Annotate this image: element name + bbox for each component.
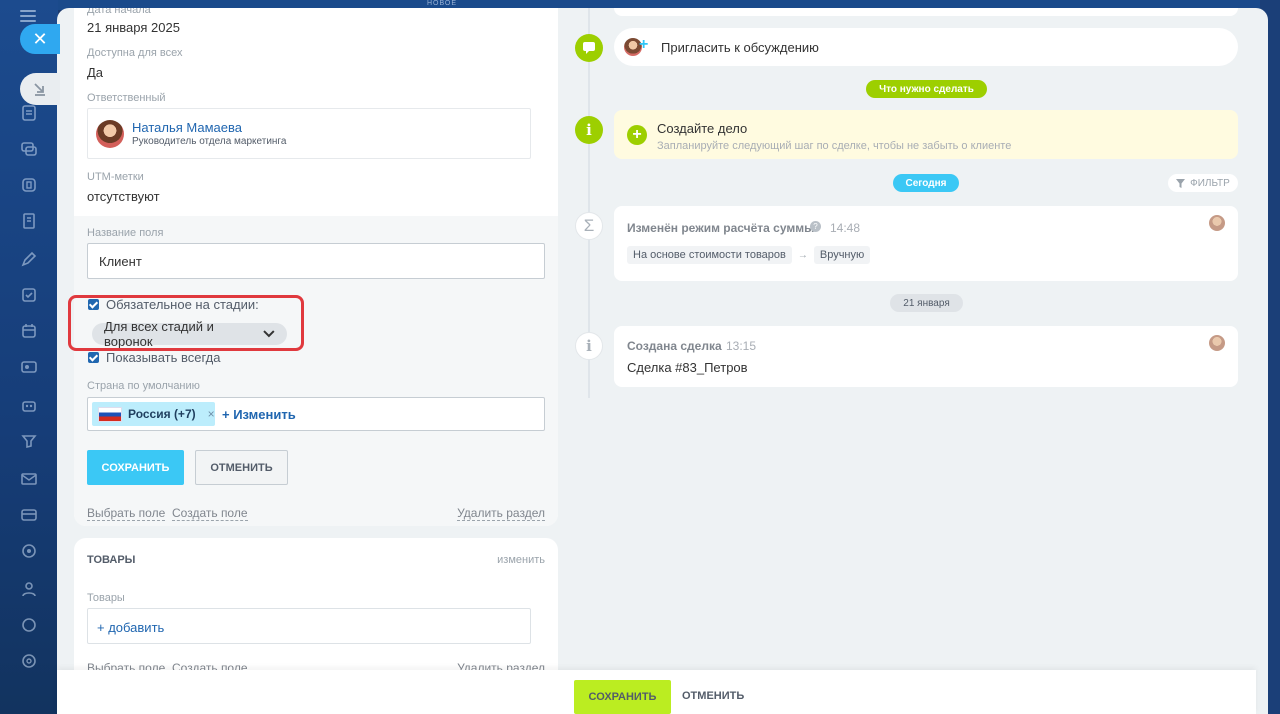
calendar-icon[interactable] bbox=[20, 322, 38, 340]
from-value-chip: На основе стоимости товаров bbox=[627, 246, 792, 264]
event-sum-mode-title: Изменён режим расчёта суммы bbox=[627, 221, 815, 235]
avatar[interactable] bbox=[96, 120, 124, 148]
available-value: Да bbox=[87, 65, 104, 80]
filter-button[interactable]: ФИЛЬТР bbox=[1168, 174, 1238, 192]
author-avatar[interactable] bbox=[1209, 215, 1225, 231]
minimize-icon bbox=[34, 83, 45, 96]
date-pill: 21 января bbox=[890, 294, 963, 312]
deal-name: Сделка #83_Петров bbox=[627, 360, 748, 375]
checkbox-icon[interactable] bbox=[20, 286, 38, 304]
document-icon[interactable] bbox=[20, 212, 38, 230]
comment-icon bbox=[575, 34, 603, 62]
chat-icon[interactable] bbox=[20, 140, 38, 158]
target-icon[interactable] bbox=[20, 542, 38, 560]
today-pill: Сегодня bbox=[893, 174, 959, 192]
robot-icon[interactable] bbox=[20, 396, 38, 414]
invite-label: Пригласить к обсуждению bbox=[661, 40, 819, 55]
responsible-label: Ответственный bbox=[87, 92, 166, 104]
responsible-name[interactable]: Наталья Мамаева bbox=[132, 120, 242, 135]
create-task-hint: Запланируйте следующий шаг по сделке, чт… bbox=[657, 140, 1012, 152]
country-tag-label: Россия (+7) bbox=[128, 407, 196, 421]
responsible-position: Руководитель отдела маркетинга bbox=[132, 136, 287, 147]
menu-icon[interactable] bbox=[20, 10, 36, 22]
author-avatar[interactable] bbox=[1209, 335, 1225, 351]
plus-icon: + bbox=[639, 36, 649, 53]
create-task-card[interactable]: + Создайте дело Запланируйте следующий ш… bbox=[614, 110, 1238, 159]
create-field-link[interactable]: Создать поле bbox=[172, 506, 248, 521]
field-name-label: Название поля bbox=[87, 227, 164, 239]
default-country-label: Страна по умолчанию bbox=[87, 380, 200, 392]
sum-icon: Σ bbox=[575, 212, 603, 240]
people-icon[interactable] bbox=[20, 580, 38, 598]
minimize-slider-button[interactable] bbox=[20, 73, 60, 105]
utm-label: UTM-метки bbox=[87, 171, 144, 183]
to-value-chip: Вручную bbox=[813, 246, 871, 264]
deal-details-card: Дата начала 21 января 2025 Доступна для … bbox=[68, 8, 558, 526]
select-field-link[interactable]: Выбрать поле bbox=[87, 506, 166, 521]
remove-tag-icon[interactable]: × bbox=[208, 407, 215, 421]
products-label: Товары bbox=[87, 592, 125, 604]
close-slider-button[interactable]: ✕ bbox=[20, 24, 60, 54]
footer-save-button[interactable]: СОХРАНИТЬ bbox=[574, 680, 671, 714]
event-deal-created-time: 13:15 bbox=[726, 339, 757, 353]
pen-icon[interactable] bbox=[20, 250, 38, 268]
footer-cancel-button[interactable]: ОТМЕНИТЬ bbox=[682, 690, 744, 702]
filter-label: ФИЛЬТР bbox=[1190, 177, 1230, 189]
country-tag: Россия (+7) × bbox=[92, 402, 215, 426]
settings-icon[interactable] bbox=[20, 652, 38, 670]
invite-discussion-bar[interactable]: + Пригласить к обсуждению bbox=[614, 28, 1238, 66]
highlight-frame bbox=[68, 295, 304, 351]
arrow-right-icon: → bbox=[797, 249, 808, 261]
deal-slider-panel: Дата начала 21 января 2025 Доступна для … bbox=[57, 8, 1268, 714]
event-deal-created-title: Создана сделка bbox=[627, 339, 722, 353]
help-icon[interactable]: ? bbox=[810, 221, 821, 232]
default-country-field: Россия (+7) × + Изменить bbox=[87, 397, 545, 431]
russia-flag-icon bbox=[98, 406, 122, 422]
change-country-link[interactable]: + Изменить bbox=[222, 407, 296, 422]
filter-icon bbox=[1176, 178, 1186, 188]
folder-icon[interactable] bbox=[20, 176, 38, 194]
info-outline-icon: i bbox=[575, 332, 603, 360]
utm-value: отсутствуют bbox=[87, 189, 160, 204]
responsible-box: Наталья Мамаева Руководитель отдела марк… bbox=[87, 108, 531, 159]
info-icon: i bbox=[575, 116, 603, 144]
add-task-icon[interactable]: + bbox=[627, 125, 647, 145]
help-icon[interactable] bbox=[20, 616, 38, 634]
add-product-button[interactable]: + добавить bbox=[87, 608, 531, 644]
field-settings-editor: Название поля Клиент Обязательное на ста… bbox=[68, 216, 558, 526]
event-deal-created-card: Создана сделка 13:15 Сделка #83_Петров bbox=[614, 326, 1238, 387]
list-icon[interactable] bbox=[20, 104, 38, 122]
available-label: Доступна для всех bbox=[87, 47, 183, 59]
delete-section-link[interactable]: Удалить раздел bbox=[457, 506, 545, 521]
event-sum-mode-time: 14:48 bbox=[830, 221, 861, 235]
field-name-input[interactable]: Клиент bbox=[87, 243, 545, 279]
footer-bar: СОХРАНИТЬ ОТМЕНИТЬ bbox=[57, 670, 1256, 714]
timeline-top-card bbox=[614, 8, 1238, 16]
todo-pill: Что нужно сделать bbox=[866, 80, 987, 98]
background-new-label: НОВОЕ bbox=[427, 0, 458, 7]
show-always-label: Показывать всегда bbox=[106, 350, 221, 365]
card-icon[interactable] bbox=[20, 506, 38, 524]
start-date-value: 21 января 2025 bbox=[87, 20, 180, 35]
close-icon: ✕ bbox=[32, 28, 48, 49]
funnel-icon[interactable] bbox=[20, 432, 38, 450]
start-date-label: Дата начала bbox=[87, 8, 151, 16]
show-always-row[interactable]: Показывать всегда bbox=[88, 350, 220, 365]
create-task-title: Создайте дело bbox=[657, 121, 748, 136]
field-save-button[interactable]: СОХРАНИТЬ bbox=[87, 450, 184, 485]
products-edit-link[interactable]: изменить bbox=[497, 554, 545, 566]
field-cancel-button[interactable]: ОТМЕНИТЬ bbox=[195, 450, 288, 485]
event-sum-mode-card: Изменён режим расчёта суммы ? 14:48 На о… bbox=[614, 206, 1238, 281]
show-always-checkbox[interactable] bbox=[88, 352, 99, 363]
contact-icon[interactable] bbox=[20, 358, 38, 376]
products-title: ТОВАРЫ bbox=[87, 554, 136, 566]
mail-icon[interactable] bbox=[20, 470, 38, 488]
